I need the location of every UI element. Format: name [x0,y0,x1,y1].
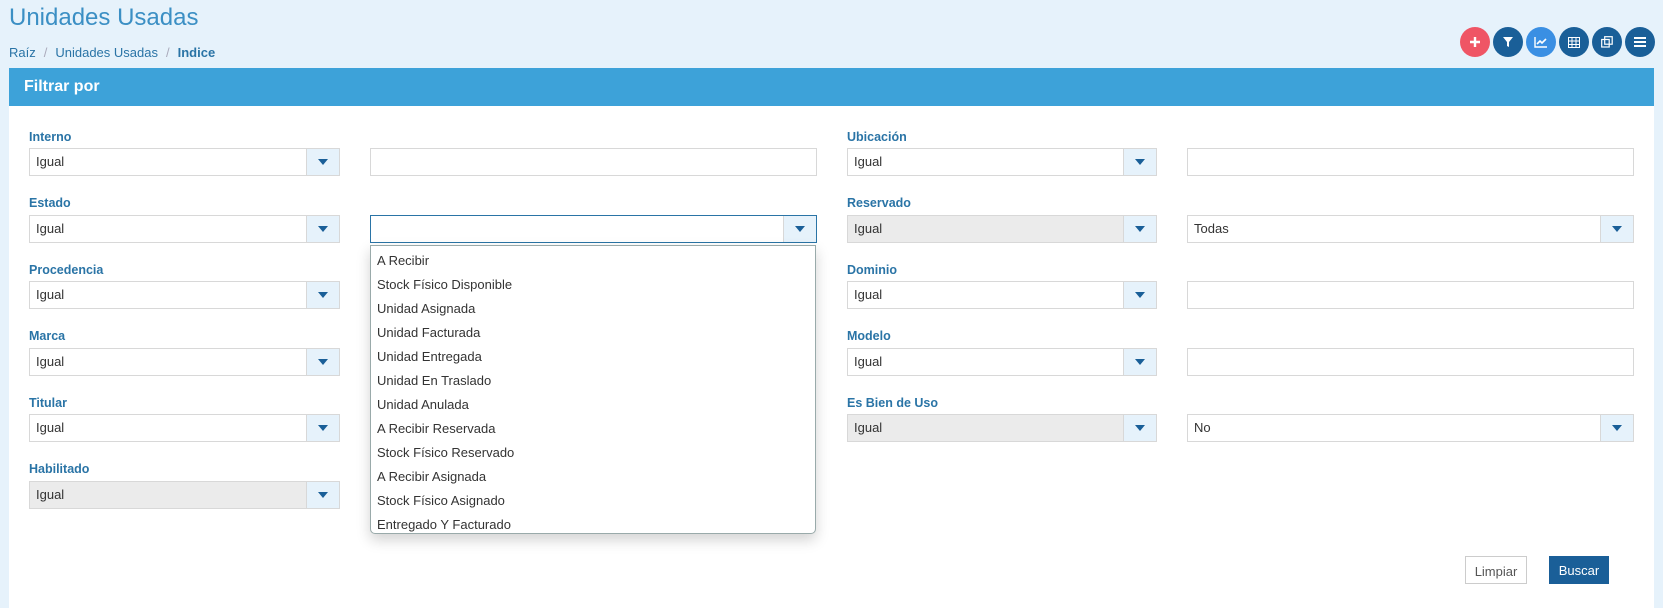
reservado-label: Reservado [847,196,911,210]
interno-operator-value: Igual [36,154,65,169]
dropdown-option[interactable]: Unidad Anulada [371,393,815,417]
dropdown-option[interactable]: Unidad Asignada [371,297,815,321]
dropdown-option[interactable]: A Recibir Reservada [371,417,815,441]
marca-operator-select[interactable]: Igual [29,348,340,376]
estado-operator-value: Igual [36,221,65,236]
dropdown-option[interactable]: A Recibir [371,249,815,273]
titular-operator-value: Igual [36,420,65,435]
reservado-operator-value: Igual [854,221,883,236]
chevron-down-icon [1123,349,1156,375]
grid-icon [1568,36,1580,48]
marca-label: Marca [29,329,66,343]
estado-value-select[interactable] [370,215,817,243]
breadcrumb-root[interactable]: Raíz [9,45,36,60]
breadcrumb-section[interactable]: Unidades Usadas [55,45,158,60]
dominio-value-input[interactable] [1187,281,1634,309]
bien-de-uso-value: No [1194,420,1211,435]
bien-de-uso-label: Es Bien de Uso [847,396,938,410]
plus-icon [1470,37,1480,47]
chevron-down-icon [306,349,339,375]
habilitado-operator-value: Igual [36,487,65,502]
filter-icon [1503,37,1513,47]
reservado-operator-select[interactable]: Igual [847,215,1157,243]
menu-button[interactable] [1625,27,1655,57]
habilitado-operator-select[interactable]: Igual [29,481,340,509]
dropdown-option[interactable]: Entregado Y Facturado [371,513,815,537]
modelo-value-input[interactable] [1187,348,1634,376]
chart-icon [1534,37,1547,48]
dominio-operator-value: Igual [854,287,883,302]
chevron-down-icon [306,482,339,508]
chevron-down-icon [1123,149,1156,175]
chevron-down-icon [306,149,339,175]
dropdown-option[interactable]: Stock Físico Reservado [371,441,815,465]
dropdown-option[interactable]: Unidad Facturada [371,321,815,345]
interno-value-input[interactable] [370,148,817,176]
chevron-down-icon [306,216,339,242]
toolbar [1460,27,1655,57]
ubicacion-operator-select[interactable]: Igual [847,148,1157,176]
interno-operator-select[interactable]: Igual [29,148,340,176]
clear-button[interactable]: Limpiar [1465,556,1527,584]
grid-button[interactable] [1559,27,1589,57]
ubicacion-label: Ubicación [847,130,907,144]
menu-icon [1634,37,1646,47]
breadcrumb-current: Indice [177,45,216,60]
chevron-down-icon [783,216,816,242]
modelo-label: Modelo [847,329,891,343]
chevron-down-icon [306,415,339,441]
dropdown-option[interactable]: Unidad En Traslado [371,369,815,393]
dominio-label: Dominio [847,263,897,277]
bien-de-uso-value-select[interactable]: No [1187,414,1634,442]
dropdown-option[interactable]: Stock Físico Disponible [371,273,815,297]
copy-button[interactable] [1592,27,1622,57]
chevron-down-icon [1123,415,1156,441]
chevron-down-icon [1600,216,1633,242]
dropdown-option[interactable]: Stock Físico Asignado [371,489,815,513]
bien-de-uso-operator-value: Igual [854,420,883,435]
bien-de-uso-operator-select[interactable]: Igual [847,414,1157,442]
modelo-operator-select[interactable]: Igual [847,348,1157,376]
copy-icon [1601,36,1613,48]
ubicacion-operator-value: Igual [854,154,883,169]
estado-dropdown-list: A Recibir Stock Físico Disponible Unidad… [370,245,816,534]
dominio-operator-select[interactable]: Igual [847,281,1157,309]
titular-operator-select[interactable]: Igual [29,414,340,442]
marca-operator-value: Igual [36,354,65,369]
reservado-value-select[interactable]: Todas [1187,215,1634,243]
search-button[interactable]: Buscar [1549,556,1609,584]
procedencia-operator-value: Igual [36,287,65,302]
panel-title: Filtrar por [9,68,1654,106]
estado-label: Estado [29,196,71,210]
procedencia-label: Procedencia [29,263,104,277]
breadcrumb-separator: / [165,45,170,60]
dropdown-option[interactable]: Unidad Entregada [371,345,815,369]
add-button[interactable] [1460,27,1490,57]
procedencia-operator-select[interactable]: Igual [29,281,340,309]
ubicacion-value-input[interactable] [1187,148,1634,176]
dropdown-option[interactable]: A Recibir Asignada [371,465,815,489]
chart-button[interactable] [1526,27,1556,57]
filter-button[interactable] [1493,27,1523,57]
chevron-down-icon [1123,216,1156,242]
habilitado-label: Habilitado [29,462,90,476]
reservado-value: Todas [1194,221,1229,236]
titular-label: Titular [29,396,67,410]
modelo-operator-value: Igual [854,354,883,369]
interno-label: Interno [29,130,72,144]
chevron-down-icon [1600,415,1633,441]
chevron-down-icon [306,282,339,308]
page-title: Unidades Usadas [9,4,199,31]
breadcrumb-separator: / [43,45,48,60]
chevron-down-icon [1123,282,1156,308]
estado-operator-select[interactable]: Igual [29,215,340,243]
breadcrumb: Raíz / Unidades Usadas / Indice [9,45,215,60]
